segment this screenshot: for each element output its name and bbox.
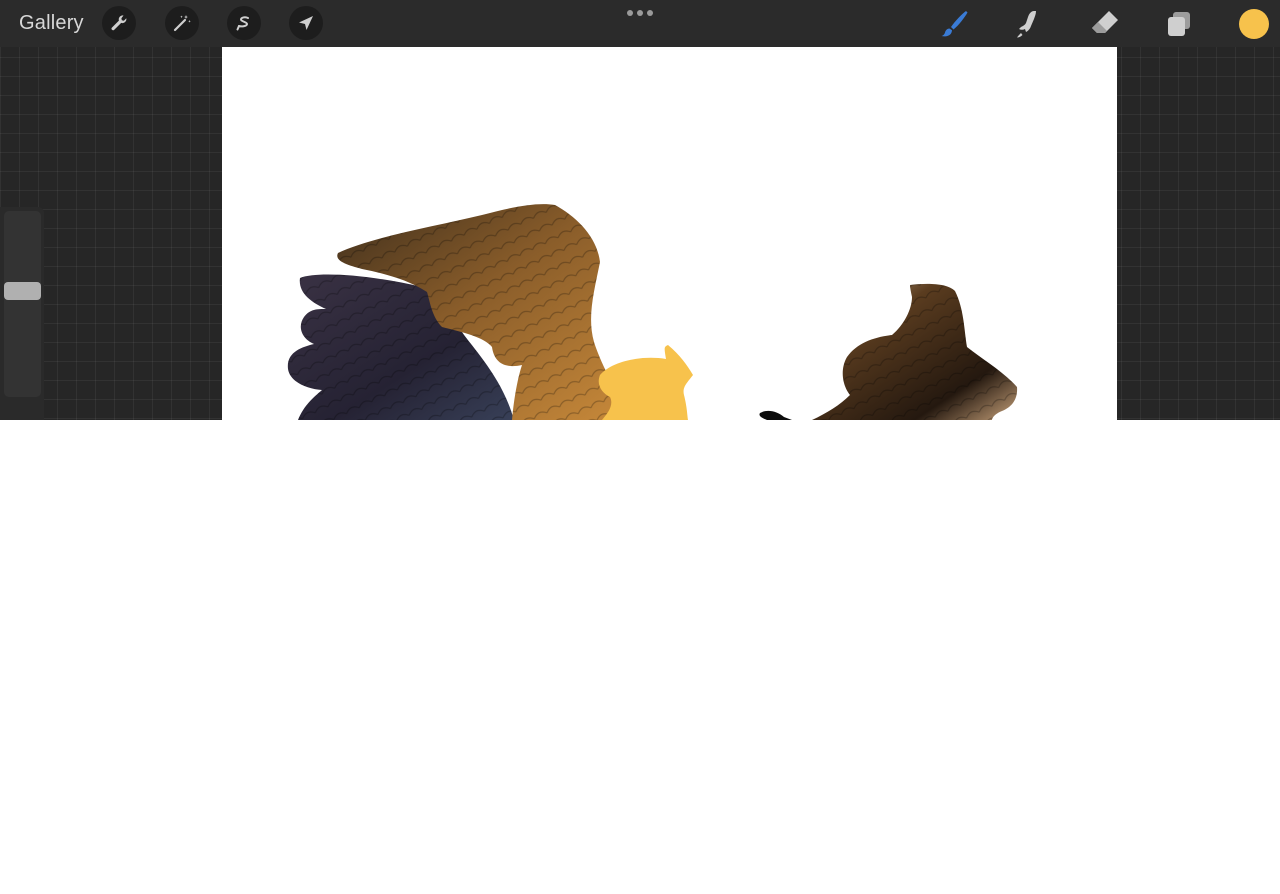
- layers-icon: [1168, 12, 1190, 36]
- ellipsis-dot: [627, 10, 633, 16]
- brush-size-slider[interactable]: [4, 211, 41, 397]
- ellipsis-dot: [637, 10, 643, 16]
- actions-button[interactable]: [102, 6, 136, 40]
- gallery-button[interactable]: Gallery: [19, 12, 84, 35]
- adjustments-button[interactable]: [165, 6, 199, 40]
- magic-wand-icon: [173, 15, 191, 32]
- yellow-head-shape: [598, 345, 693, 420]
- transform-button[interactable]: [289, 6, 323, 40]
- wrench-icon: [111, 15, 127, 31]
- top-toolbar: Gallery: [0, 0, 1280, 47]
- selection-button[interactable]: [227, 6, 261, 40]
- right-feather-shape: [812, 283, 1018, 420]
- procreate-workspace: Gallery: [0, 0, 1280, 420]
- smudge-icon: [1017, 11, 1036, 38]
- drawing-canvas[interactable]: [222, 47, 1117, 420]
- transform-arrow-icon: [299, 16, 313, 30]
- selection-icon: [236, 16, 249, 31]
- artwork: [287, 204, 1018, 420]
- eraser-icon: [1092, 11, 1118, 33]
- smudge-button[interactable]: [1011, 6, 1047, 42]
- paint-brush-button[interactable]: [936, 6, 972, 42]
- brush-icon: [941, 11, 968, 37]
- eraser-button[interactable]: [1086, 6, 1122, 42]
- more-menu-button[interactable]: [627, 10, 653, 18]
- ellipsis-dot: [647, 10, 653, 16]
- left-sidebar: [0, 207, 44, 420]
- black-shape: [759, 410, 792, 420]
- color-picker-button[interactable]: [1239, 9, 1269, 39]
- brush-size-slider-thumb[interactable]: [4, 281, 41, 300]
- layers-button[interactable]: [1161, 6, 1197, 42]
